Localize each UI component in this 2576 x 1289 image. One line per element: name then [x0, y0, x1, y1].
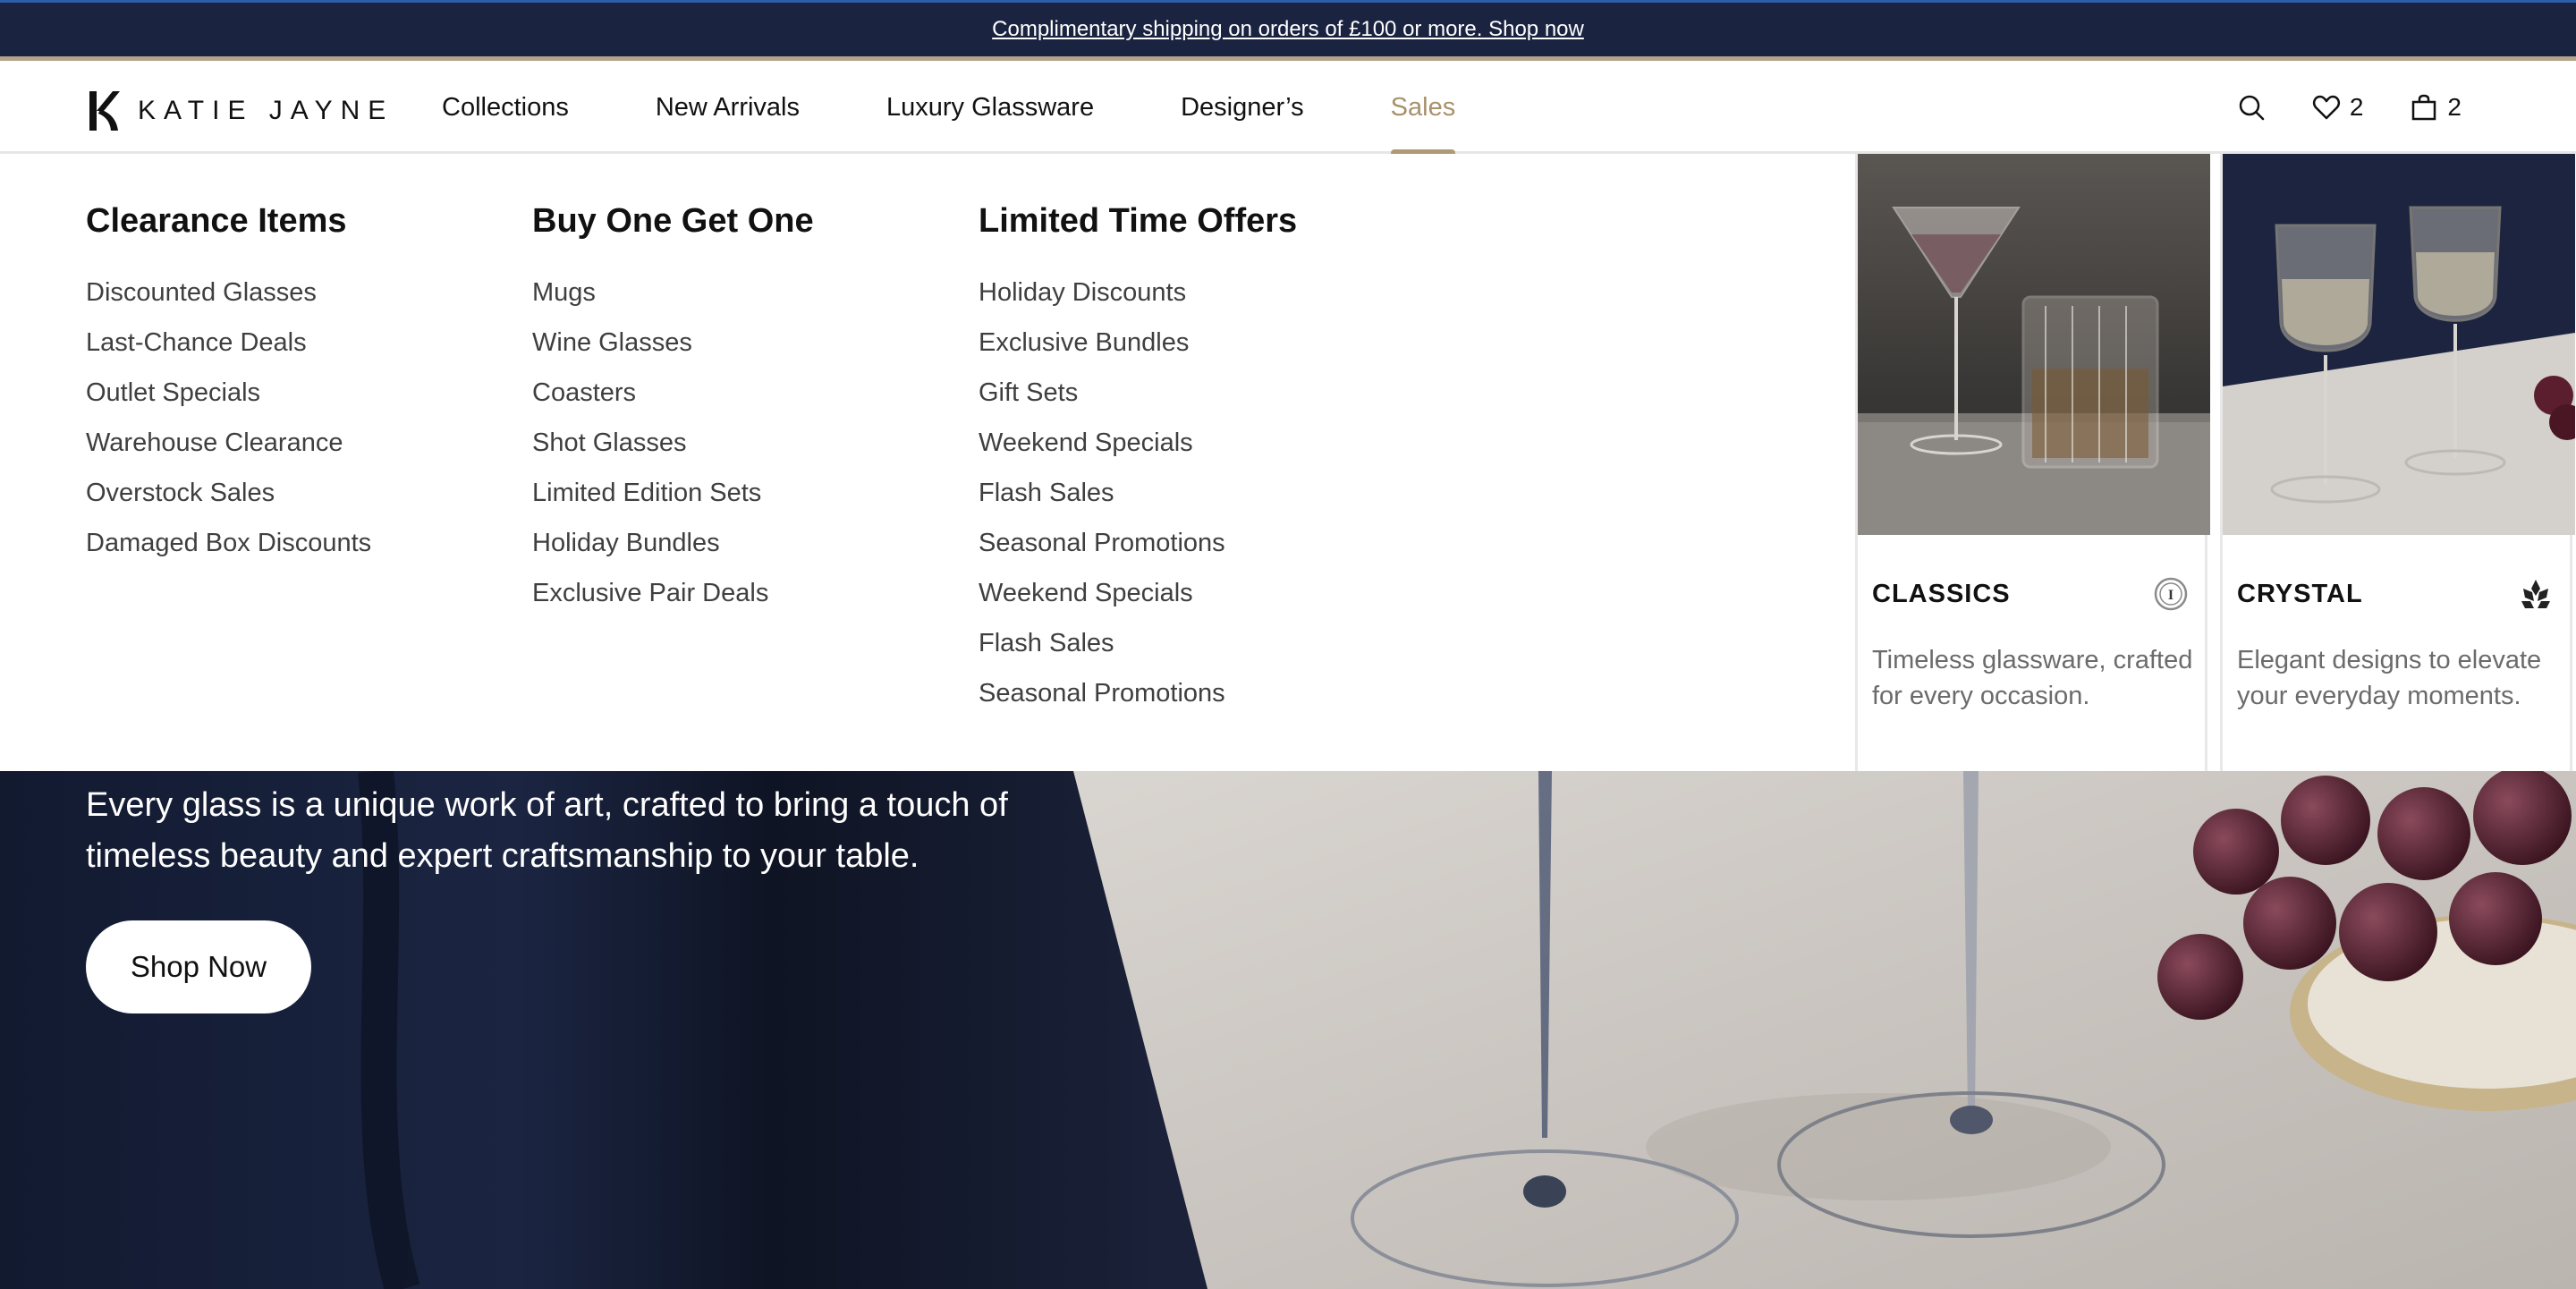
menu-link[interactable]: Flash Sales [979, 618, 1297, 668]
nav-item-new-arrivals[interactable]: New Arrivals [656, 61, 800, 154]
menu-link[interactable]: Shot Glasses [532, 418, 814, 468]
menu-link[interactable]: Exclusive Pair Deals [532, 568, 814, 618]
menu-link[interactable]: Warehouse Clearance [86, 418, 371, 468]
cart-count: 2 [2447, 93, 2462, 121]
menu-link[interactable]: Exclusive Bundles [979, 318, 1297, 368]
menu-link[interactable]: Limited Edition Sets [532, 468, 814, 518]
nav-item-luxury-glassware[interactable]: Luxury Glassware [886, 61, 1094, 154]
promo-card-crystal[interactable]: CRYSTAL Elegant designs to elevate your … [2220, 154, 2575, 771]
sales-mega-menu: Clearance Items Discounted Glasses Last-… [0, 154, 2576, 771]
menu-column-clearance: Clearance Items Discounted Glasses Last-… [86, 202, 371, 568]
menu-column-title: Clearance Items [86, 202, 347, 240]
card-title: CRYSTAL [2237, 580, 2363, 608]
wishlist-button[interactable]: 2 [2312, 93, 2364, 122]
menu-column-bogo: Buy One Get One Mugs Wine Glasses Coaste… [532, 202, 814, 618]
header-tools: 2 2 [2237, 61, 2462, 154]
menu-link[interactable]: Weekend Specials [979, 418, 1297, 468]
heart-icon [2312, 95, 2340, 120]
menu-link[interactable]: Last-Chance Deals [86, 318, 371, 368]
search-button[interactable] [2237, 93, 2266, 122]
menu-link[interactable]: Overstock Sales [86, 468, 371, 518]
card-description: Elegant designs to elevate your everyday… [2237, 646, 2542, 710]
menu-link[interactable]: Weekend Specials [979, 568, 1297, 618]
menu-link[interactable]: Outlet Specials [86, 368, 371, 418]
menu-link[interactable]: Holiday Discounts [979, 267, 1297, 318]
bag-icon [2412, 94, 2436, 121]
card-title: CLASSICS [1872, 580, 2011, 608]
menu-column-limited-offers: Limited Time Offers Holiday Discounts Ex… [979, 202, 1297, 718]
hero-banner: Every glass is a unique work of art, cra… [0, 771, 2576, 1289]
logo-mark-icon [89, 91, 120, 131]
menu-link[interactable]: Gift Sets [979, 368, 1297, 418]
wishlist-count: 2 [2349, 93, 2364, 121]
logo-text: KATIE JAYNE [138, 96, 394, 125]
hero-text: Every glass is a unique work of art, cra… [86, 786, 1008, 875]
menu-link[interactable]: Holiday Bundles [532, 518, 814, 568]
nav-item-collections[interactable]: Collections [442, 61, 569, 154]
menu-link[interactable]: Discounted Glasses [86, 267, 371, 318]
menu-link[interactable]: Damaged Box Discounts [86, 518, 371, 568]
classics-card-image [1858, 154, 2210, 535]
announcement-bar: Complimentary shipping on orders of £100… [0, 0, 2576, 61]
brand-logo[interactable]: KATIE JAYNE [86, 89, 394, 132]
lotus-icon [2521, 580, 2550, 608]
promo-card-classics[interactable]: CLASSICS I Timeless glassware, crafted f… [1855, 154, 2210, 771]
menu-link[interactable]: Seasonal Promotions [979, 518, 1297, 568]
nav-item-designers[interactable]: Designer’s [1181, 61, 1304, 154]
svg-text:I: I [2168, 588, 2174, 603]
menu-link[interactable]: Seasonal Promotions [979, 668, 1297, 718]
site-header: KATIE JAYNE Collections New Arrivals Lux… [0, 61, 2576, 157]
menu-link[interactable]: Coasters [532, 368, 814, 418]
nav-item-sales[interactable]: Sales [1390, 61, 1455, 157]
card-description: Timeless glassware, crafted for every oc… [1872, 646, 2193, 710]
menu-link[interactable]: Wine Glasses [532, 318, 814, 368]
crystal-card-image [2223, 154, 2575, 535]
menu-column-title: Buy One Get One [532, 202, 814, 240]
main-nav: Collections New Arrivals Luxury Glasswar… [442, 61, 1542, 157]
search-icon [2239, 95, 2265, 121]
menu-column-title: Limited Time Offers [979, 202, 1298, 240]
shop-now-button[interactable]: Shop Now [86, 920, 311, 1013]
coin-icon: I [2154, 577, 2188, 611]
menu-link[interactable]: Flash Sales [979, 468, 1297, 518]
menu-link[interactable]: Mugs [532, 267, 814, 318]
announcement-link[interactable]: Complimentary shipping on orders of £100… [992, 17, 1584, 42]
cart-button[interactable]: 2 [2410, 93, 2462, 122]
